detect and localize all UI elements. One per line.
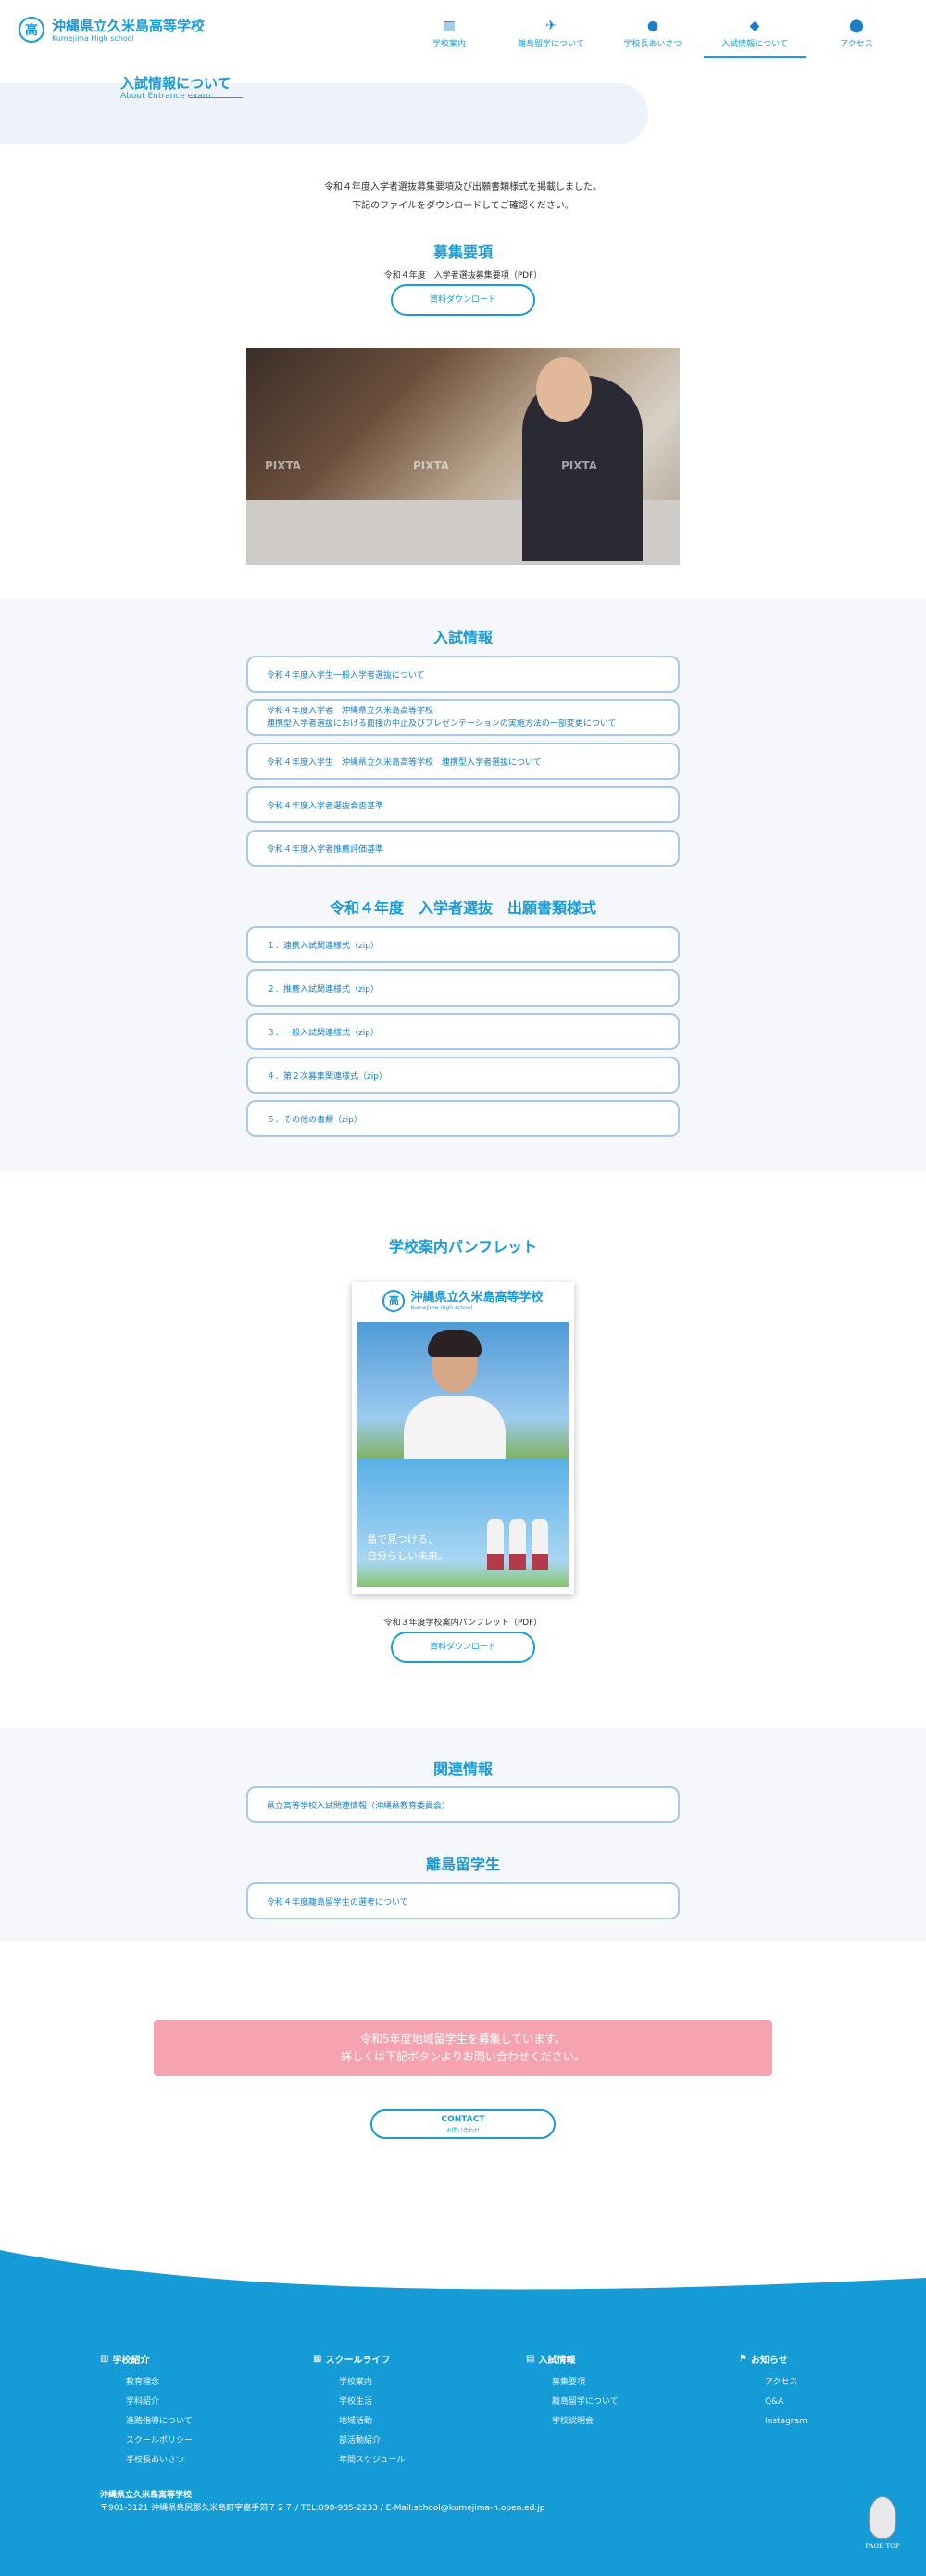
footer-link[interactable]: 教育理念	[100, 2373, 193, 2393]
exam-photo: PIXTA PIXTA PIXTA	[246, 348, 680, 565]
airplane-icon: ✈	[545, 19, 557, 33]
title-band	[0, 83, 648, 144]
flag-icon: ⚑	[739, 2354, 747, 2364]
footer-link[interactable]: 募集要項	[526, 2373, 619, 2393]
school-icon: ▥	[100, 2354, 109, 2364]
page-title: 入試情報について	[120, 75, 232, 92]
footer-link[interactable]: 学科紹介	[100, 2393, 193, 2412]
exam-info-heading: 入試情報	[432, 629, 493, 646]
footer-link[interactable]: スクールポリシー	[100, 2432, 193, 2451]
logo-name-en: Kumejima High school	[52, 33, 134, 43]
pamphlet-copy: 島で見つける、 自分らしい未来。	[367, 1533, 448, 1562]
nav-label: 離島留学について	[518, 40, 584, 49]
form-download-link[interactable]: ５．その他の書類（zip）	[246, 1100, 680, 1137]
watermark: PIXTA	[265, 459, 302, 472]
nav-item-access[interactable]: ⬤ アクセス	[806, 19, 907, 58]
recruit-download-button[interactable]: 資料ダウンロード	[391, 284, 535, 316]
exam-info-link[interactable]: 令和４年度入学者推薦評価基準	[246, 830, 680, 867]
form-download-link[interactable]: ２．推薦入試関連様式（zip）	[246, 969, 680, 1007]
school-crest-icon: 高	[382, 1290, 406, 1312]
related-heading: 関連情報	[432, 1760, 493, 1778]
person-icon: ●	[646, 19, 659, 33]
nav-item-island-study[interactable]: ✈ 離島留学について	[500, 19, 602, 58]
island-link[interactable]: 令和４年度離島留学生の選考について	[246, 1882, 680, 1919]
footer-link[interactable]: 年間スケジュール	[313, 2451, 405, 2470]
footer-col-news: ⚑ お知らせ アクセス Q&A Instagram	[739, 2352, 807, 2432]
recruit-heading: 募集要項	[432, 244, 493, 261]
global-nav: ▥ 学校案内 ✈ 離島留学について ● 学校長あいさつ ◆ 入試情報について ⬤ アクセス	[398, 19, 907, 58]
pamphlet-cover-en: Kumejima High school	[410, 1305, 473, 1311]
intro-line: 令和４年度入学者選抜募集要項及び出願書類様式を掲載しました。	[324, 182, 602, 193]
site-footer: ▥ 学校紹介 教育理念 学科紹介 進路指導について スクールポリシー 学校長あいさ…	[0, 2315, 926, 2576]
footer-link[interactable]: 離島留学について	[526, 2393, 619, 2412]
footer-link[interactable]: Instagram	[739, 2412, 807, 2432]
nav-label: アクセス	[840, 40, 873, 49]
footer-link[interactable]: Q&A	[739, 2393, 807, 2412]
pamphlet-heading: 学校案内パンフレット	[388, 1238, 538, 1256]
watermark: PIXTA	[561, 459, 598, 472]
page-subtitle: About Entrance exam	[120, 92, 211, 101]
logo-name: 沖縄県立久米島高等学校	[52, 17, 206, 34]
forms-heading: 令和４年度 入学者選抜 出願書類様式	[329, 899, 596, 917]
exam-info-link[interactable]: 令和４年度入学者選抜合否基準	[246, 786, 680, 823]
pamphlet-caption: 令和３年度学校案内パンフレット（PDF）	[383, 1619, 543, 1628]
contact-button[interactable]: CONTACT お問い合わせ	[370, 2109, 556, 2139]
exam-info-link[interactable]: 令和４年度入学者 沖縄県立久米島高等学校 連携型入学者選抜における面接の中止及びプ…	[246, 699, 680, 736]
footer-link[interactable]: 学校説明会	[526, 2412, 619, 2432]
footer-address: 沖縄県立久米島高等学校 〒901-3121 沖縄県島尻郡久米島町字嘉手苅７２７ …	[100, 2491, 545, 2513]
footer-link[interactable]: 部活動紹介	[313, 2432, 405, 2451]
nav-item-principal[interactable]: ● 学校長あいさつ	[602, 19, 704, 58]
nav-item-school-guide[interactable]: ▥ 学校案内	[398, 19, 500, 58]
pamphlet-photo-group	[357, 1459, 569, 1587]
form-download-link[interactable]: ４．第２次募集関連様式（zip）	[246, 1057, 680, 1094]
intro-line: 下記のファイルをダウンロードしてご確認ください。	[352, 201, 574, 211]
document-icon: ▤	[526, 2354, 535, 2364]
title-underline	[189, 97, 243, 98]
nav-label: 学校案内	[432, 40, 466, 49]
bird-icon	[869, 2496, 896, 2539]
exam-info-link[interactable]: 令和４年度入学生 沖縄県立久米島高等学校 連携型入学者選抜について	[246, 743, 680, 780]
nav-item-entrance-exam[interactable]: ◆ 入試情報について	[704, 19, 806, 58]
footer-link[interactable]: アクセス	[739, 2373, 807, 2393]
footer-link[interactable]: 進路指導について	[100, 2412, 193, 2432]
exam-info-link[interactable]: 令和４年度入学生一般入学者選抜について	[246, 656, 680, 693]
footer-col-school-life: ▦ スクールライフ 学校案内 学校生活 地域活動 部活動紹介 年間スケジュール	[313, 2352, 405, 2470]
watermark: PIXTA	[413, 459, 450, 472]
related-link[interactable]: 県立高等学校入試関連情報（沖縄県教育委員会）	[246, 1786, 680, 1823]
footer-link[interactable]: 学校長あいさつ	[100, 2451, 193, 2470]
nav-label: 学校長あいさつ	[623, 40, 682, 49]
graduation-cap-icon: ◆	[749, 19, 760, 33]
pamphlet-cover[interactable]: 高 沖縄県立久米島高等学校 Kumejima High school 島で見つけ…	[352, 1282, 574, 1594]
footer-link[interactable]: 学校生活	[313, 2393, 405, 2412]
form-download-link[interactable]: １．連携入試関連様式（zip）	[246, 926, 680, 963]
nav-label: 入試情報について	[721, 40, 788, 49]
recruit-notice-banner: 令和5年度地域留学生を募集しています。 詳しくは下記ボタンよりお問い合わせくださ…	[154, 2020, 772, 2076]
intro-text: 令和４年度入学者選抜募集要項及び出願書類様式を掲載しました。 下記のファイルをダ…	[0, 179, 926, 216]
school-crest-icon: 高	[19, 17, 44, 43]
building-icon: ▦	[313, 2354, 322, 2364]
site-logo[interactable]: 高 沖縄県立久米島高等学校 Kumejima High school	[19, 17, 205, 43]
site-header: 高 沖縄県立久米島高等学校 Kumejima High school ▥ 学校案内…	[0, 0, 926, 61]
map-pin-icon: ⬤	[849, 19, 864, 33]
island-heading: 離島留学生	[425, 1856, 500, 1873]
recruit-caption: 令和４年度 入学者選抜募集要項（PDF）	[383, 271, 543, 281]
school-icon: ▥	[443, 19, 456, 33]
footer-link[interactable]: 地域活動	[313, 2412, 405, 2432]
footer-link[interactable]: 学校案内	[313, 2373, 405, 2393]
pamphlet-cover-title: 沖縄県立久米島高等学校	[410, 1291, 544, 1305]
footer-col-exam: ▤ 入試情報 募集要項 離島留学について 学校説明会	[526, 2352, 619, 2432]
form-download-link[interactable]: ３．一般入試関連様式（zip）	[246, 1013, 680, 1050]
footer-col-school: ▥ 学校紹介 教育理念 学科紹介 進路指導について スクールポリシー 学校長あいさ…	[100, 2352, 193, 2470]
page-top-button[interactable]: PAGE TOP	[857, 2495, 907, 2559]
pamphlet-download-button[interactable]: 資料ダウンロード	[391, 1632, 535, 1663]
pamphlet-photo-student	[357, 1322, 569, 1459]
